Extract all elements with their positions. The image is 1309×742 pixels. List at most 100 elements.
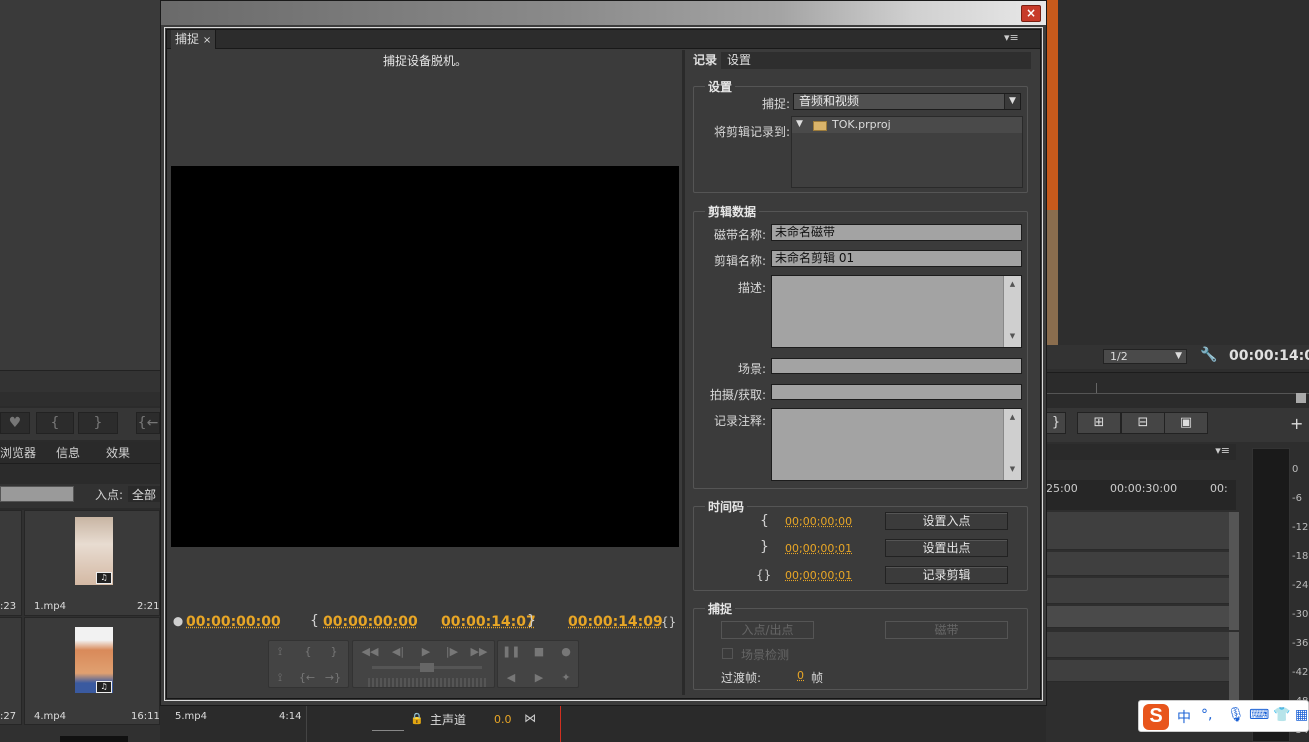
timeline-track[interactable] <box>1046 578 1230 604</box>
tab-close-icon[interactable]: × <box>203 35 211 46</box>
scene-search-icon[interactable]: ✦ <box>557 671 575 684</box>
in-out-button[interactable]: 入点/出点 <box>721 621 814 639</box>
description-scrollbar[interactable]: ▲ ▼ <box>1003 276 1021 347</box>
add-button-icon[interactable]: + <box>1290 414 1303 433</box>
description-field[interactable] <box>771 275 1022 348</box>
next-scene-icon[interactable]: ▶ <box>530 671 548 684</box>
current-timecode[interactable]: 00:00:00:00 <box>186 614 281 630</box>
meter-tick: -24 <box>1292 580 1309 591</box>
capture-select[interactable]: 音频和视频 <box>793 93 1021 110</box>
divider <box>372 730 404 731</box>
microphone-icon[interactable]: 🎙 <box>1227 707 1245 723</box>
pause-icon[interactable]: ❚❚ <box>502 645 520 658</box>
handles-value[interactable]: 0 <box>797 669 804 682</box>
marker-icon[interactable]: ⟟ <box>272 645 288 659</box>
step-forward-icon[interactable]: |▶ <box>442 645 462 658</box>
playhead-line <box>560 706 561 742</box>
mark-out-icon[interactable]: } <box>326 645 342 658</box>
wrench-icon[interactable]: 🔧 <box>1200 347 1217 363</box>
page-select[interactable]: 1/2 ▼ <box>1103 349 1187 364</box>
timeline-scrollbar[interactable] <box>1229 512 1239 630</box>
mark-out-button[interactable]: } <box>1046 412 1066 434</box>
in-timecode[interactable]: 00:00:00:00 <box>323 614 418 630</box>
meter-tick: -6 <box>1292 493 1302 504</box>
ime-punct[interactable]: °, <box>1201 707 1212 723</box>
project-panel-area <box>0 0 160 370</box>
tab-logging[interactable]: 记录 <box>689 52 722 69</box>
stop-icon[interactable]: ■ <box>530 645 548 658</box>
log-in-timecode[interactable]: 00;00;00;00 <box>785 515 852 528</box>
chevron-down-icon[interactable]: ▼ <box>1004 94 1020 109</box>
out-timecode[interactable]: 00:00:14:07 <box>441 614 536 630</box>
tab-info[interactable]: 信息 <box>56 444 80 462</box>
timeline-scrollbar[interactable] <box>1229 632 1239 702</box>
jog-wheel[interactable] <box>368 678 486 687</box>
scene-detect-checkbox[interactable] <box>722 648 733 659</box>
fast-forward-icon[interactable]: ▶▶ <box>468 645 490 658</box>
tab-settings[interactable]: 设置 <box>723 52 755 69</box>
master-track-value[interactable]: 0.0 <box>494 713 512 726</box>
master-track-label: 主声道 <box>430 713 467 727</box>
mark-in-button[interactable]: { <box>36 412 74 434</box>
panel-menu-icon[interactable]: ▾≡ <box>1004 31 1019 44</box>
search-input[interactable] <box>0 486 74 502</box>
keyframe-icon[interactable]: ⋈ <box>524 711 536 725</box>
step-back-icon[interactable]: ◀| <box>388 645 408 658</box>
log-duration-timecode[interactable]: 00;00;00;01 <box>785 569 852 582</box>
marker-clear-icon[interactable]: ⟟ <box>272 671 288 685</box>
scene-field[interactable] <box>771 358 1022 374</box>
keyboard-icon[interactable]: ⌨ <box>1249 707 1269 723</box>
timeline-track[interactable] <box>1046 660 1230 682</box>
set-in-button[interactable]: 设置入点 <box>885 512 1008 530</box>
log-clip-button[interactable]: 记录剪辑 <box>885 566 1008 584</box>
record-icon[interactable]: ● <box>557 645 575 658</box>
marker-button[interactable]: ♥ <box>0 412 30 434</box>
camera-icon[interactable]: ▣ <box>1164 412 1208 434</box>
previous-scene-icon[interactable]: ◀ <box>502 671 520 684</box>
tape-name-field[interactable]: 未命名磁带 <box>771 224 1022 241</box>
duration-timecode[interactable]: 00:00:14:09 <box>568 614 663 630</box>
skin-icon[interactable]: 👕 <box>1273 707 1290 723</box>
mark-in-icon[interactable]: { <box>300 645 316 658</box>
timeline-track[interactable] <box>1046 606 1230 628</box>
meter-tick: 0 <box>1292 464 1299 475</box>
grid-icon[interactable]: ▦ <box>1295 707 1308 723</box>
shot-field[interactable] <box>771 384 1022 400</box>
go-to-in-button[interactable]: {← <box>136 412 160 434</box>
offline-message: 捕捉设备脱机。 <box>382 54 467 68</box>
bin-item-duration: 2:21 <box>137 601 160 612</box>
tab-effects[interactable]: 效果 <box>106 444 130 462</box>
in-bracket-icon: { <box>760 513 769 529</box>
tab-capture[interactable]: 捕捉 × <box>171 30 217 49</box>
bin-item[interactable] <box>0 617 22 725</box>
tab-media-browser[interactable]: 浏览器 <box>0 444 36 462</box>
timeline-track[interactable] <box>1046 632 1230 658</box>
go-to-out-icon[interactable]: →} <box>324 671 342 684</box>
lock-icon[interactable]: 🔒 <box>410 712 424 725</box>
log-comment-scrollbar[interactable]: ▲ ▼ <box>1003 409 1021 480</box>
rewind-icon[interactable]: ◀◀ <box>360 645 380 658</box>
bin-scrollbar[interactable] <box>306 704 320 742</box>
go-to-in-icon[interactable]: {← <box>298 671 316 684</box>
lift-button[interactable]: ⊞ <box>1077 412 1121 434</box>
close-icon[interactable]: × <box>1021 5 1041 22</box>
ime-lang[interactable]: 中 <box>1177 707 1191 727</box>
tape-button[interactable]: 磁带 <box>885 621 1008 639</box>
play-icon[interactable]: ▶ <box>416 645 436 658</box>
extract-button[interactable]: ⊟ <box>1121 412 1165 434</box>
in-point-select[interactable]: 全部 <box>128 486 162 502</box>
timeline-track[interactable] <box>1046 512 1230 550</box>
timeline-track[interactable] <box>1046 552 1230 576</box>
shuttle-handle[interactable] <box>420 663 434 672</box>
meter-tick: -42 <box>1292 667 1309 678</box>
set-out-button[interactable]: 设置出点 <box>885 539 1008 557</box>
dialog-titlebar[interactable] <box>161 1 1046 25</box>
log-comment-field[interactable] <box>771 408 1022 481</box>
mark-out-button[interactable]: } <box>78 412 118 434</box>
expand-icon[interactable]: ▼ <box>796 119 803 129</box>
tape-name-label: 磁带名称: <box>713 228 766 242</box>
ime-toolbar[interactable]: S 中 °, 🎙 ⌨ 👕 ▦ <box>1138 700 1309 732</box>
project-name: TOK.prproj <box>832 118 891 131</box>
clip-name-field[interactable]: 未命名剪辑 01 <box>771 250 1022 267</box>
log-out-timecode[interactable]: 00;00;00;01 <box>785 542 852 555</box>
